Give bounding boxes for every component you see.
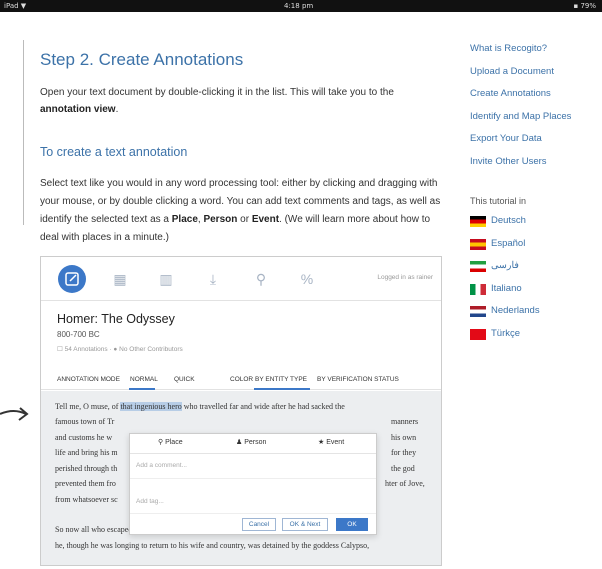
logged-in-label[interactable]: Logged in as rainer: [377, 274, 433, 281]
text-line: famous town of Tr: [55, 417, 115, 426]
instructions-paragraph: Select text like you would in any word p…: [40, 178, 441, 243]
text-line: he, though he was longing to return to h…: [55, 541, 370, 550]
text-line: Tell me, O muse, of that ingenious hero …: [55, 402, 345, 411]
language-item-es[interactable]: Español: [470, 237, 540, 260]
color-by-entity-tab[interactable]: BY ENTITY TYPE: [255, 376, 307, 383]
annotation-popup: ⚲ Place ♟ Person ★ Event Add a comment..…: [129, 433, 377, 535]
text-line-right: his own: [391, 433, 417, 442]
language-item-tr[interactable]: Türkçe: [470, 327, 540, 350]
edit-icon: [65, 272, 79, 286]
nav-link-create-annotations[interactable]: Create Annotations: [470, 88, 600, 111]
cancel-button[interactable]: Cancel: [242, 518, 276, 531]
nav-link-invite[interactable]: Invite Other Users: [470, 156, 600, 179]
italian-flag-icon: [470, 283, 486, 295]
active-tab-underline: [129, 388, 155, 390]
stats-icon[interactable]: ▥: [157, 270, 175, 288]
document-text-area[interactable]: Tell me, O muse, of that ingenious hero …: [41, 391, 441, 565]
intro-paragraph: Open your text document by double-clicki…: [40, 87, 394, 115]
language-list: Deutsch Español فارسی Italiano Nederland…: [470, 214, 540, 349]
recogito-screenshot: ▦ ▥ ⤓ ⚲ % Logged in as rainer Homer: The…: [40, 256, 442, 566]
ios-status-bar: iPad ▼ 4:18 pm ▪ 79%: [0, 0, 602, 12]
tag-input[interactable]: Add tag...: [136, 498, 164, 505]
section-heading: To create a text annotation: [40, 145, 188, 159]
ok-button[interactable]: OK: [336, 518, 368, 531]
place-tab[interactable]: ⚲ Place: [158, 438, 183, 446]
page-title: Step 2. Create Annotations: [40, 50, 244, 69]
download-icon[interactable]: ⤓: [204, 270, 222, 288]
mode-normal-tab[interactable]: NORMAL: [130, 376, 158, 383]
document-date: 800-700 BC: [57, 330, 100, 339]
text-line-right: manners: [391, 417, 419, 426]
left-panel-edge: [0, 40, 24, 225]
star-icon: ★: [318, 439, 327, 446]
divider: [130, 513, 376, 514]
nav-link-upload[interactable]: Upload a Document: [470, 66, 600, 89]
document-title: Homer: The Odyssey: [57, 312, 175, 326]
text-line-right: hter of Jove,: [385, 479, 425, 488]
annotation-toolbar: ▦ ▥ ⤓ ⚲ % Logged in as rainer: [41, 257, 441, 301]
nav-link-what-is[interactable]: What is Recogito?: [470, 43, 600, 66]
map-icon[interactable]: ▦: [111, 270, 129, 288]
text-line-right: the god: [391, 464, 415, 473]
language-item-it[interactable]: Italiano: [470, 282, 540, 305]
document-meta: ☐ 54 Annotations · ● No Other Contributo…: [57, 346, 183, 353]
iranian-flag-icon: [470, 261, 486, 272]
annotate-tool-button[interactable]: [58, 265, 86, 293]
turkish-flag-icon: [470, 328, 486, 340]
german-flag-icon: [470, 216, 486, 227]
active-color-underline: [254, 388, 310, 390]
event-tab[interactable]: ★ Event: [318, 438, 344, 446]
tutorial-language-label: This tutorial in: [470, 196, 527, 206]
language-item-fa[interactable]: فارسی: [470, 259, 540, 282]
divider: [130, 478, 376, 479]
entity-type-tabs: ⚲ Place ♟ Person ★ Event: [130, 434, 376, 454]
text-line-right: for they: [391, 448, 417, 457]
comment-input[interactable]: Add a comment...: [136, 462, 187, 469]
hand-drawn-arrow: [0, 407, 29, 421]
status-battery: ▪ 79%: [573, 2, 596, 10]
mode-quick-tab[interactable]: QUICK: [174, 376, 195, 383]
share-icon[interactable]: ⚲: [252, 270, 270, 288]
person-tab[interactable]: ♟ Person: [236, 438, 266, 446]
language-item-nl[interactable]: Nederlands: [470, 304, 540, 327]
person-icon: ♟: [236, 439, 245, 446]
language-item-de[interactable]: Deutsch: [470, 214, 540, 237]
color-label: COLOR: [230, 376, 254, 383]
color-by-verification-tab[interactable]: BY VERIFICATION STATUS: [317, 376, 399, 383]
annotation-mode-bar: ANNOTATION MODE NORMAL QUICK COLOR BY EN…: [41, 370, 441, 390]
spanish-flag-icon: [470, 238, 486, 250]
ok-next-button[interactable]: OK & Next: [282, 518, 328, 531]
mode-label: ANNOTATION MODE: [57, 376, 120, 383]
settings-icon[interactable]: %: [298, 270, 316, 288]
selected-text[interactable]: that ingenious hero: [120, 402, 182, 411]
status-time: 4:18 pm: [284, 2, 314, 10]
nav-link-export[interactable]: Export Your Data: [470, 133, 600, 156]
nav-link-identify-places[interactable]: Identify and Map Places: [470, 111, 600, 134]
dutch-flag-icon: [470, 306, 486, 317]
tutorial-nav: What is Recogito? Upload a Document Crea…: [470, 43, 600, 178]
status-carrier: iPad ▼: [4, 2, 27, 10]
